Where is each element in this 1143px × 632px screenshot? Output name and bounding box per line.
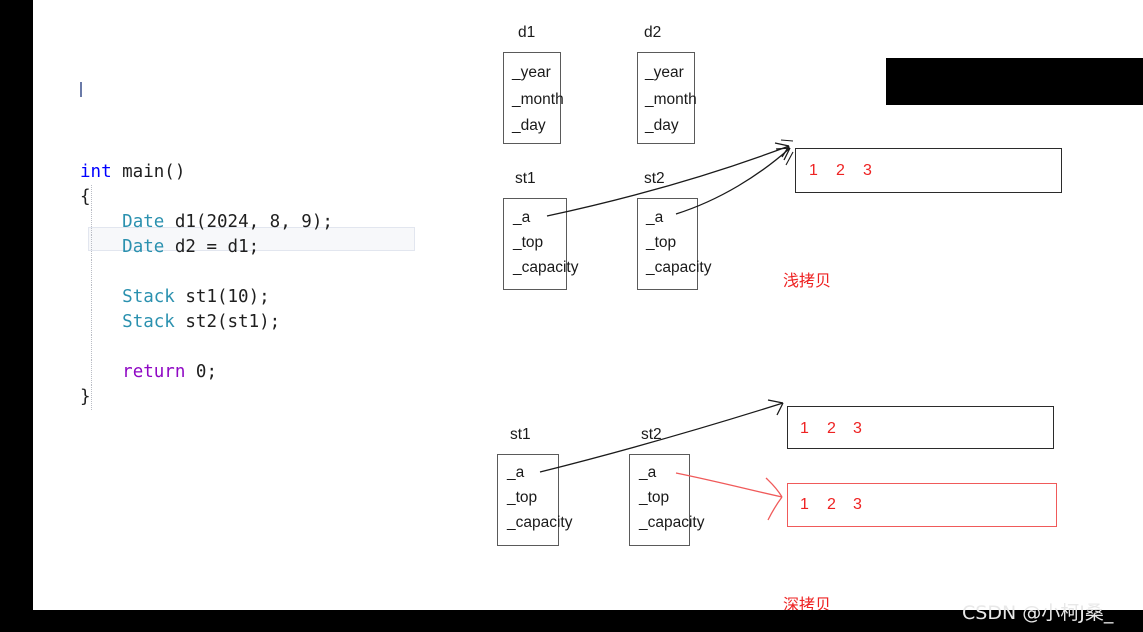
object-label-st1-deep: st1 xyxy=(510,426,531,443)
indent-guide xyxy=(91,185,92,210)
code-line-text: int main() xyxy=(80,162,186,182)
field-st1-capacity-deep: _capacity xyxy=(507,514,573,531)
field-d2-day: _day xyxy=(645,117,679,134)
array-cell-deep1-1: 2 xyxy=(827,420,836,437)
code-line[interactable]: Stack st1(10); xyxy=(80,285,420,310)
array-cell-shallow-0: 1 xyxy=(809,162,818,179)
arrow-tick-1 xyxy=(780,139,794,142)
array-cell-shallow-1: 2 xyxy=(836,162,845,179)
array-cell-deep1-0: 1 xyxy=(800,420,809,437)
arrowhead-st2-to-shared xyxy=(775,147,791,161)
code-line-text: Date d1(2024, 8, 9); xyxy=(122,212,333,232)
field-st1-a-deep: _a xyxy=(507,464,525,481)
csdn-watermark: CSDN @小柯J桑_ xyxy=(962,602,1114,624)
array-cell-deep2-0: 1 xyxy=(800,496,809,513)
field-d1-month: _month xyxy=(512,91,564,108)
field-st2-a-shallow: _a xyxy=(646,209,664,226)
code-line[interactable]: int main() xyxy=(80,160,420,185)
code-line[interactable]: Date d2 = d1; xyxy=(80,235,420,260)
field-st1-top-deep: _top xyxy=(507,489,538,506)
array-cell-deep2-1: 2 xyxy=(827,496,836,513)
arrow-st2-to-array-deep xyxy=(675,472,783,498)
redaction-bar-left xyxy=(0,0,33,632)
code-lines[interactable]: int main() { Date d1(2024, 8, 9); Date d2… xyxy=(80,160,420,410)
object-label-d2: d2 xyxy=(644,24,662,41)
redaction-bar-top-right xyxy=(886,58,1143,105)
code-line[interactable]: return 0; xyxy=(80,360,420,385)
arrowhead-st1-to-shared xyxy=(774,142,790,158)
field-st1-capacity-shallow: _capacity xyxy=(513,259,579,276)
indent-guide xyxy=(91,335,92,360)
code-line-text: } xyxy=(80,387,91,407)
arrowhead-st1-to-array-deep xyxy=(767,399,784,416)
code-line-text: Stack st1(10); xyxy=(122,287,270,307)
field-d1-year: _year xyxy=(512,64,551,81)
field-st1-top-shallow: _top xyxy=(513,234,544,251)
array-cell-deep2-2: 3 xyxy=(853,496,862,513)
field-d2-month: _month xyxy=(645,91,697,108)
note-shallow-copy: 浅拷贝 xyxy=(783,271,832,290)
code-line[interactable]: Stack st2(st1); xyxy=(80,310,420,335)
arrow-tick-2 xyxy=(785,151,794,166)
code-line-text: { xyxy=(80,187,91,207)
field-st2-a-deep: _a xyxy=(639,464,657,481)
field-st1-a-shallow: _a xyxy=(513,209,531,226)
field-d1-day: _day xyxy=(512,117,546,134)
arrowhead-st2-to-array-deep xyxy=(765,477,783,521)
code-line[interactable]: { xyxy=(80,185,420,210)
code-line-text: Stack st2(st1); xyxy=(122,312,281,332)
object-label-st2-deep: st2 xyxy=(641,426,662,443)
code-editor[interactable]: int main() { Date d1(2024, 8, 9); Date d2… xyxy=(80,60,420,410)
screenshot-canvas: int main() { Date d1(2024, 8, 9); Date d2… xyxy=(0,0,1143,632)
object-label-d1: d1 xyxy=(518,24,536,41)
code-line-text: Date d2 = d1; xyxy=(122,237,260,257)
code-line[interactable]: Date d1(2024, 8, 9); xyxy=(80,210,420,235)
field-st2-top-deep: _top xyxy=(639,489,670,506)
field-st2-top-shallow: _top xyxy=(646,234,677,251)
indent-guide xyxy=(91,260,92,285)
object-label-st1-shallow: st1 xyxy=(515,170,536,187)
text-caret xyxy=(80,82,82,97)
field-d2-year: _year xyxy=(645,64,684,81)
code-line-text: return 0; xyxy=(122,362,217,382)
array-cell-shallow-2: 3 xyxy=(863,162,872,179)
array-cell-deep1-2: 3 xyxy=(853,420,862,437)
indent-guide xyxy=(91,385,92,410)
field-st2-capacity-shallow: _capacity xyxy=(646,259,712,276)
object-label-st2-shallow: st2 xyxy=(644,170,665,187)
code-line[interactable]: } xyxy=(80,385,420,410)
field-st2-capacity-deep: _capacity xyxy=(639,514,705,531)
code-line[interactable] xyxy=(80,260,420,285)
code-line[interactable] xyxy=(80,335,420,360)
